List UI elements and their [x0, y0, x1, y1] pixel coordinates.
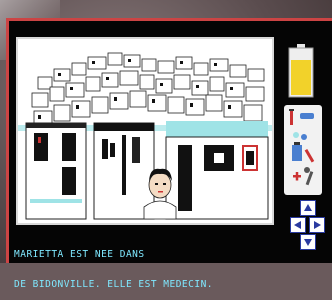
inventory-panel[interactable] — [284, 105, 322, 195]
red-cross-icon — [293, 172, 301, 181]
shantytown-illustration — [18, 52, 272, 220]
battery-icon — [288, 44, 314, 98]
medicine-bottle-icon — [292, 142, 302, 161]
caption-line-2: DE BIDONVILLE. ELLE EST MEDECIN. — [14, 279, 214, 290]
caption-line-1: MARIETTA EST NEE DANS — [14, 249, 145, 260]
tool-icon — [304, 148, 315, 163]
syringe-icon — [289, 109, 294, 125]
middle-building — [93, 122, 155, 220]
wrench-icon — [304, 167, 314, 186]
nav-up-icon[interactable] — [300, 200, 316, 216]
right-building — [165, 121, 269, 220]
nav-right-icon[interactable] — [309, 217, 325, 233]
nav-left-icon[interactable] — [290, 217, 306, 233]
hillside-shacks — [31, 52, 265, 128]
navigation-pad — [290, 200, 326, 250]
pills-icon — [293, 132, 307, 140]
scene-viewport[interactable] — [16, 37, 274, 225]
left-building — [25, 122, 87, 220]
narration-caption: MARIETTA EST NEE DANS DE BIDONVILLE. ELL… — [14, 230, 284, 290]
nav-down-icon[interactable] — [300, 234, 316, 250]
bandage-icon — [300, 113, 314, 119]
